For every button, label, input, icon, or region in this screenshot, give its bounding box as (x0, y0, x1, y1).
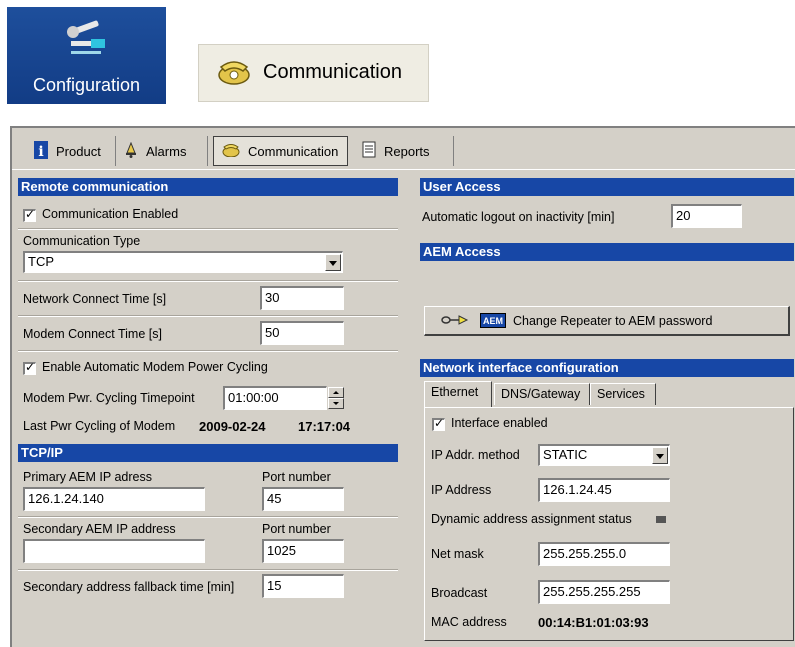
communication-button[interactable]: Communication (198, 44, 429, 102)
chevron-down-icon[interactable] (325, 254, 341, 271)
network-config-header: Network interface configuration (420, 359, 794, 377)
broadcast-input[interactable]: 255.255.255.255 (538, 580, 670, 604)
port-number-input-2[interactable]: 1025 (262, 539, 344, 563)
last-cycling-date: 2009-02-24 (199, 419, 266, 434)
phone-icon (222, 143, 240, 160)
svg-text:i: i (38, 144, 43, 159)
cycling-timepoint-label: Modem Pwr. Cycling Timepoint (23, 391, 195, 405)
net-mask-input[interactable]: 255.255.255.0 (538, 542, 670, 566)
spin-up-icon[interactable] (328, 387, 344, 398)
subtab-dns-gateway[interactable]: DNS/Gateway (494, 383, 590, 405)
status-indicator-icon (656, 516, 666, 523)
last-cycling-time: 17:17:04 (298, 419, 351, 434)
last-cycling-label: Last Pwr Cycling of Modem (23, 419, 176, 433)
auto-power-cycling-checkbox[interactable] (23, 360, 36, 375)
communication-window: i Product Alarms Communication Reports R… (10, 126, 795, 647)
arrow-key-icon (441, 313, 477, 330)
secondary-ip-input[interactable] (23, 539, 205, 563)
modem-connect-time-input[interactable]: 50 (260, 321, 344, 345)
interface-enabled-label: Interface enabled (451, 416, 548, 430)
tab-communication-label: Communication (248, 143, 339, 159)
aem-badge-icon: AEM (480, 313, 506, 328)
configuration-label: Configuration (32, 75, 141, 95)
left-panel: Remote communication Communication Enabl… (18, 178, 398, 608)
right-panel: User Access Automatic logout on inactivi… (420, 178, 795, 643)
port-number-label-2: Port number (262, 522, 331, 536)
fallback-time-label: Secondary address fallback time [min] (23, 580, 235, 594)
primary-ip-label: Primary AEM IP adress (23, 470, 152, 484)
divider (18, 516, 398, 518)
change-aem-password-button[interactable]: AEM Change Repeater to AEM password (424, 306, 790, 336)
tab-alarms-label: Alarms (146, 143, 187, 159)
network-connect-time-input[interactable]: 30 (260, 286, 344, 310)
fallback-time-input[interactable]: 15 (262, 574, 344, 598)
divider (18, 280, 398, 282)
tab-bar: i Product Alarms Communication Reports (12, 128, 795, 170)
communication-type-value: TCP (28, 254, 54, 269)
ip-address-input[interactable]: 126.1.24.45 (538, 478, 670, 502)
tab-reports[interactable]: Reports (354, 136, 454, 166)
aem-access-header: AEM Access (420, 243, 794, 261)
divider (18, 350, 398, 352)
bell-icon (124, 141, 138, 161)
communication-enabled-label: Communication Enabled (42, 207, 179, 221)
timepoint-spinner[interactable] (328, 387, 344, 409)
chevron-down-icon[interactable] (652, 447, 668, 464)
wrench-screwdriver-icon (65, 19, 109, 66)
divider (18, 569, 398, 571)
port-number-input-1[interactable]: 45 (262, 487, 344, 511)
mac-address-value: 00:14:B1:01:03:93 (538, 615, 649, 630)
ip-address-label: IP Address (431, 483, 492, 497)
auto-power-cycling-label: Enable Automatic Modem Power Cycling (42, 360, 268, 374)
primary-ip-input[interactable]: 126.1.24.140 (23, 487, 205, 511)
ip-method-label: IP Addr. method (431, 448, 520, 462)
tab-product[interactable]: i Product (26, 136, 116, 166)
subtab-services[interactable]: Services (590, 383, 656, 405)
tab-product-label: Product (56, 143, 101, 159)
change-aem-password-label: Change Repeater to AEM password (513, 314, 713, 328)
ip-method-select[interactable]: STATIC (538, 444, 670, 466)
communication-label: Communication (263, 61, 402, 83)
communication-type-label: Communication Type (23, 234, 141, 248)
dynamic-status-label: Dynamic address assignment status (431, 512, 632, 526)
spin-down-icon[interactable] (328, 398, 344, 409)
secondary-ip-label: Secondary AEM IP address (23, 522, 176, 536)
tab-communication[interactable]: Communication (213, 136, 348, 166)
info-icon: i (34, 140, 48, 162)
communication-type-select[interactable]: TCP (23, 251, 343, 273)
configuration-button[interactable]: Configuration (7, 7, 166, 104)
tab-alarms[interactable]: Alarms (116, 136, 208, 166)
phone-icon (217, 59, 251, 88)
cycling-timepoint-input[interactable]: 01:00:00 (223, 386, 327, 410)
port-number-label-1: Port number (262, 470, 331, 484)
broadcast-label: Broadcast (431, 586, 488, 600)
interface-enabled-checkbox[interactable] (432, 416, 445, 431)
divider (18, 228, 398, 230)
auto-logout-input[interactable]: 20 (671, 204, 742, 228)
modem-connect-time-label: Modem Connect Time [s] (23, 327, 162, 341)
tab-reports-label: Reports (384, 143, 430, 159)
network-subtabs: Ethernet DNS/Gateway Services (424, 381, 664, 407)
net-mask-label: Net mask (431, 547, 484, 561)
ip-method-value: STATIC (543, 447, 588, 462)
divider (18, 315, 398, 317)
tcpip-header: TCP/IP (18, 444, 398, 462)
remote-communication-header: Remote communication (18, 178, 398, 196)
auto-logout-label: Automatic logout on inactivity [min] (422, 210, 615, 224)
mac-address-label: MAC address (431, 615, 507, 629)
network-connect-time-label: Network Connect Time [s] (23, 292, 167, 306)
ethernet-tab-panel: Interface enabled IP Addr. method STATIC… (424, 407, 794, 641)
subtab-ethernet[interactable]: Ethernet (424, 381, 492, 407)
user-access-header: User Access (420, 178, 794, 196)
report-icon (362, 141, 376, 161)
communication-enabled-checkbox[interactable] (23, 207, 36, 222)
